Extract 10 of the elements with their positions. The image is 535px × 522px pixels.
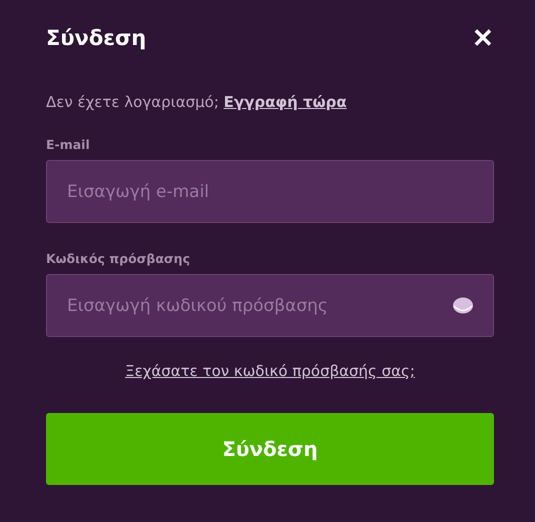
dialog-title: Σύνδεση: [46, 26, 146, 50]
email-field[interactable]: Εισαγωγή e-mail: [46, 160, 494, 223]
field-label: E-mail: [46, 137, 91, 152]
password-field[interactable]: Εισαγωγή κωδικού πρόσβασης: [46, 274, 494, 337]
signup-link[interactable]: Εγγραφή τώρα: [224, 93, 347, 111]
field-label: Κωδικός πρόσβασης: [46, 251, 191, 266]
eye-icon[interactable]: [452, 297, 474, 314]
close-button[interactable]: ✕: [472, 25, 494, 51]
forgot-password-link[interactable]: Ξεχάσατε τον κωδικό πρόσβασής σας;: [125, 362, 415, 380]
signup-prompt: Δεν έχετε λογαριασμό; Εγγραφή τώρα: [46, 93, 348, 111]
